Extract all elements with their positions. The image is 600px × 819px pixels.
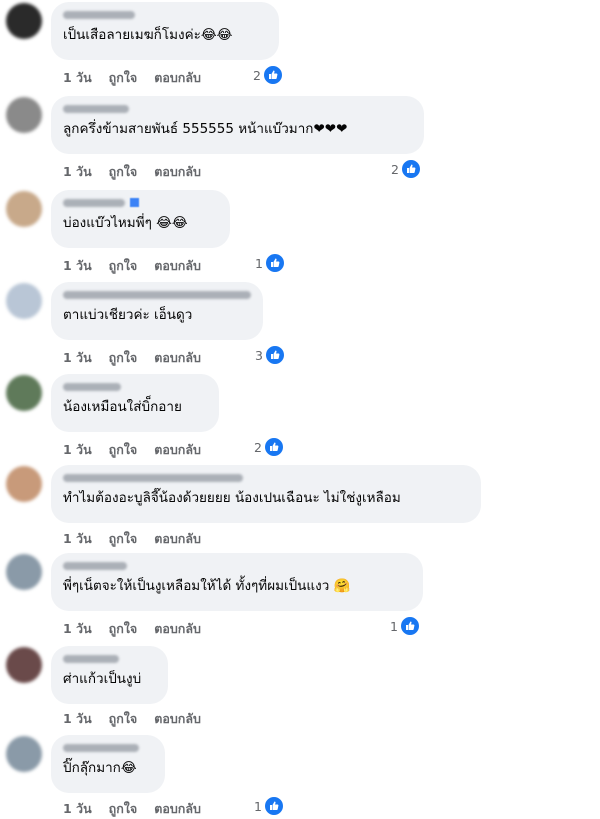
thumbs-up-icon <box>399 616 420 636</box>
reply-button[interactable]: ตอบกลับ <box>154 70 201 85</box>
comment-time[interactable]: 1 วัน <box>63 621 92 636</box>
comment-actions: 1 วัน ถูกใจ ตอบกลับ <box>63 709 218 729</box>
comment-time[interactable]: 1 วัน <box>63 258 92 273</box>
comment-time[interactable]: 1 วัน <box>63 801 92 816</box>
comment-bubble: ปิ๊กลุ๊กมาก😂 <box>51 735 165 793</box>
commenter-name[interactable] <box>63 196 218 208</box>
reaction-count[interactable]: 2 <box>391 159 421 179</box>
reply-button[interactable]: ตอบกลับ <box>154 531 201 546</box>
avatar[interactable] <box>6 3 42 39</box>
like-button[interactable]: ถูกใจ <box>109 164 138 179</box>
comment-actions: 1 วัน ถูกใจ ตอบกลับ <box>63 799 218 819</box>
thumbs-up-icon <box>262 65 283 85</box>
commenter-name[interactable] <box>63 102 412 114</box>
reply-button[interactable]: ตอบกลับ <box>154 801 201 816</box>
reaction-count[interactable]: 3 <box>255 345 285 365</box>
avatar[interactable] <box>6 466 42 502</box>
comment-actions: 1 วัน ถูกใจ ตอบกลับ <box>63 529 218 549</box>
comment-actions: 1 วัน ถูกใจ ตอบกลับ <box>63 619 218 639</box>
reply-button[interactable]: ตอบกลับ <box>154 258 201 273</box>
comment-text: ลูกครึ่งข้ามสายพันธ์ 555555 หน้าแบ๊วมาก❤… <box>63 121 348 137</box>
like-button[interactable]: ถูกใจ <box>109 711 138 726</box>
comment-text: ทำไมต้องอะบูลิจี๊น้องด้วยยยย น้องเปนเฉือ… <box>63 490 401 506</box>
comment-bubble: ศ่าแก้วเป็นงูบ่ <box>51 646 168 704</box>
thumbs-up-icon <box>264 253 285 273</box>
comment-bubble: เป็นเสือลายเมฆก็โมงค่ะ😂😂 <box>51 2 279 60</box>
reaction-number: 1 <box>255 255 263 271</box>
avatar[interactable] <box>6 191 42 227</box>
commenter-name[interactable] <box>63 741 153 753</box>
comment-time[interactable]: 1 วัน <box>63 442 92 457</box>
comment-bubble: บ่องแบ๊วไหมพี่ๆ 😂😂 <box>51 190 230 248</box>
thumbs-up-icon <box>263 437 284 457</box>
like-button[interactable]: ถูกใจ <box>109 442 138 457</box>
commenter-name[interactable] <box>63 380 207 392</box>
comment-actions: 1 วัน ถูกใจ ตอบกลับ <box>63 68 218 88</box>
comment-actions: 1 วัน ถูกใจ ตอบกลับ <box>63 162 218 182</box>
avatar[interactable] <box>6 647 42 683</box>
reaction-count[interactable]: 1 <box>254 796 284 816</box>
reaction-count[interactable]: 1 <box>390 616 420 636</box>
like-button[interactable]: ถูกใจ <box>109 70 138 85</box>
badge-icon <box>130 198 139 207</box>
avatar[interactable] <box>6 736 42 772</box>
comment-time[interactable]: 1 วัน <box>63 70 92 85</box>
reaction-number: 1 <box>390 618 398 634</box>
reply-button[interactable]: ตอบกลับ <box>154 350 201 365</box>
comment-time[interactable]: 1 วัน <box>63 531 92 546</box>
comment-time[interactable]: 1 วัน <box>63 350 92 365</box>
commenter-name[interactable] <box>63 288 251 300</box>
comment-time[interactable]: 1 วัน <box>63 164 92 179</box>
reply-button[interactable]: ตอบกลับ <box>154 621 201 636</box>
comment-text: ตาแบ่วเชียวค่ะ เอ็นดูว <box>63 307 193 323</box>
reaction-number: 2 <box>254 439 262 455</box>
reaction-count[interactable]: 2 <box>254 437 284 457</box>
like-button[interactable]: ถูกใจ <box>109 258 138 273</box>
commenter-name[interactable] <box>63 559 411 571</box>
commenter-name[interactable] <box>63 8 267 20</box>
thumbs-up-icon <box>264 345 285 365</box>
comment-text: ศ่าแก้วเป็นงูบ่ <box>63 671 142 687</box>
comment-actions: 1 วัน ถูกใจ ตอบกลับ <box>63 256 218 276</box>
comment-time[interactable]: 1 วัน <box>63 711 92 726</box>
thumbs-up-icon <box>400 159 421 179</box>
comment-actions: 1 วัน ถูกใจ ตอบกลับ <box>63 440 218 460</box>
avatar[interactable] <box>6 375 42 411</box>
comment-actions: 1 วัน ถูกใจ ตอบกลับ <box>63 348 218 368</box>
avatar[interactable] <box>6 283 42 319</box>
comment-text: บ่องแบ๊วไหมพี่ๆ 😂😂 <box>63 215 188 231</box>
comment-bubble: ลูกครึ่งข้ามสายพันธ์ 555555 หน้าแบ๊วมาก❤… <box>51 96 424 154</box>
reply-button[interactable]: ตอบกลับ <box>154 164 201 179</box>
comment-text: ปิ๊กลุ๊กมาก😂 <box>63 760 137 776</box>
commenter-name[interactable] <box>63 471 469 483</box>
avatar[interactable] <box>6 97 42 133</box>
like-button[interactable]: ถูกใจ <box>109 531 138 546</box>
avatar[interactable] <box>6 554 42 590</box>
reply-button[interactable]: ตอบกลับ <box>154 442 201 457</box>
reaction-number: 1 <box>254 798 262 814</box>
comment-text: พี่ๆเน็ตจะให้เป็นงูเหลือมให้ได้ ทั้งๆที่… <box>63 578 351 594</box>
comment-bubble: ทำไมต้องอะบูลิจี๊น้องด้วยยยย น้องเปนเฉือ… <box>51 465 481 523</box>
like-button[interactable]: ถูกใจ <box>109 350 138 365</box>
reaction-count[interactable]: 2 <box>253 65 283 85</box>
comment-bubble: ตาแบ่วเชียวค่ะ เอ็นดูว <box>51 282 263 340</box>
reaction-count[interactable]: 1 <box>255 253 285 273</box>
like-button[interactable]: ถูกใจ <box>109 621 138 636</box>
comment-text: น้องเหมือนใส่บิ็กอาย <box>63 399 182 415</box>
reply-button[interactable]: ตอบกลับ <box>154 711 201 726</box>
thumbs-up-icon <box>263 796 284 816</box>
like-button[interactable]: ถูกใจ <box>109 801 138 816</box>
reaction-number: 2 <box>391 161 399 177</box>
comment-text: เป็นเสือลายเมฆก็โมงค่ะ😂😂 <box>63 27 233 43</box>
reaction-number: 3 <box>255 347 263 363</box>
reaction-number: 2 <box>253 67 261 83</box>
comment-bubble: พี่ๆเน็ตจะให้เป็นงูเหลือมให้ได้ ทั้งๆที่… <box>51 553 423 611</box>
commenter-name[interactable] <box>63 652 156 664</box>
comment-bubble: น้องเหมือนใส่บิ็กอาย <box>51 374 219 432</box>
